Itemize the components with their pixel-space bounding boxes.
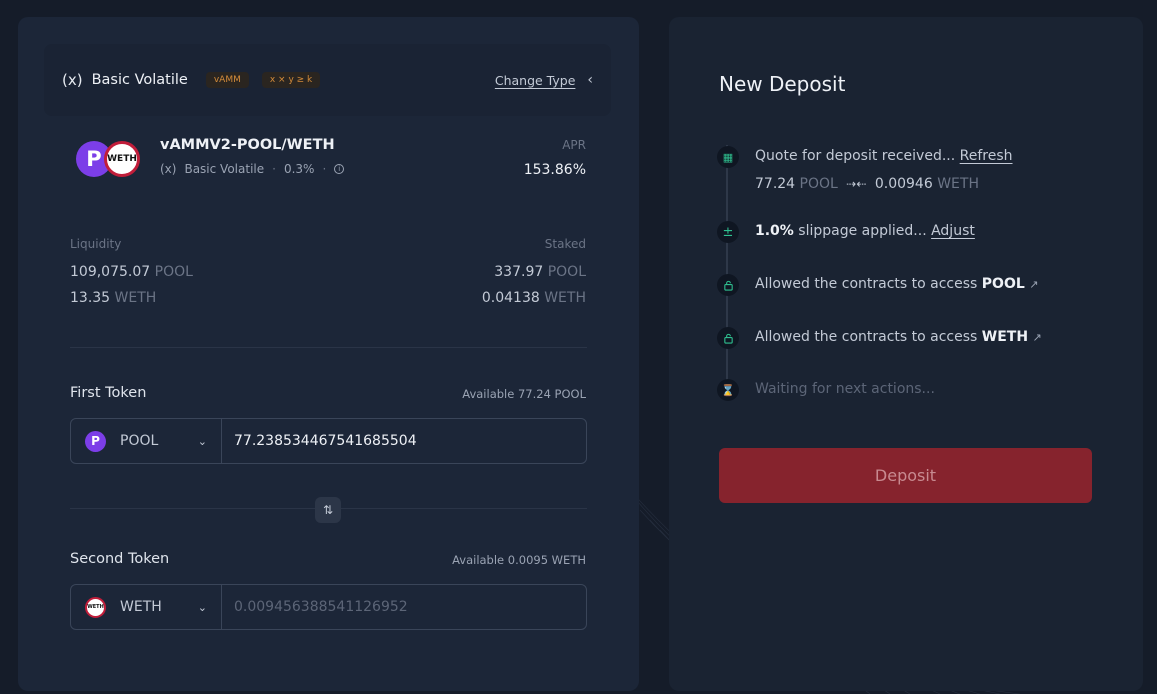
steps-timeline: [726, 145, 728, 393]
first-token-select[interactable]: P POOL ⌄: [71, 419, 222, 463]
second-token-select[interactable]: WETH WETH ⌄: [71, 585, 222, 629]
waiting-step: Waiting for next actions...: [755, 381, 935, 397]
liquidity-label: Liquidity: [70, 237, 122, 251]
separator-dot: ·: [272, 162, 276, 176]
quote-step: Quote for deposit received... Refresh: [755, 148, 1013, 164]
apr-label: APR: [562, 138, 586, 152]
liquidity-pool-amount: 109,075.07 POOL: [70, 264, 193, 280]
merge-arrows-icon: ⇢⇠: [846, 177, 867, 191]
external-link-icon[interactable]: ↗: [1033, 331, 1042, 344]
separator-dot: ·: [322, 162, 327, 176]
chevron-down-icon: ⌄: [197, 600, 207, 614]
pair-fee: 0.3%: [283, 162, 315, 176]
staked-weth-amount: 0.04138 WETH: [481, 290, 586, 306]
calculator-icon: ▦: [717, 146, 739, 168]
external-link-icon[interactable]: ↗: [1029, 278, 1038, 291]
staked-pool-amount: 337.97 POOL: [494, 264, 586, 280]
pair-logos: P WETH: [76, 140, 142, 180]
weth-token-icon: WETH: [85, 596, 106, 618]
lock-icon: [717, 327, 739, 349]
deposit-title: New Deposit: [719, 72, 846, 96]
swap-arrows-icon[interactable]: ⇅: [315, 497, 341, 523]
info-icon[interactable]: i: [334, 164, 345, 174]
pair-name: vAMMV2-POOL/WETH: [160, 137, 335, 153]
deposit-panel: New Deposit ▦ Quote for deposit received…: [669, 17, 1143, 691]
apr-value: 153.86%: [523, 162, 586, 178]
first-token-symbol: POOL: [120, 433, 159, 449]
vamm-tag: vAMM: [205, 72, 249, 88]
chevron-down-icon: ⌄: [197, 434, 207, 448]
pool-type-name: Basic Volatile: [91, 72, 188, 88]
first-token-amount-input[interactable]: [222, 419, 586, 463]
weth-token-logo: WETH: [104, 141, 140, 177]
slippage-step: 1.0% slippage applied... Adjust: [755, 223, 975, 239]
second-token-label: Second Token: [70, 551, 170, 567]
pair-type: Basic Volatile: [184, 162, 265, 176]
quote-values: 77.24 POOL ⇢⇠ 0.00946 WETH: [755, 176, 979, 192]
second-token-amount-input[interactable]: [222, 585, 586, 629]
formula-tag: x × y ≥ k: [261, 72, 321, 88]
deposit-button[interactable]: Deposit: [719, 448, 1092, 503]
adjust-link[interactable]: Adjust: [931, 223, 975, 239]
hourglass-icon: ⌛: [717, 379, 739, 401]
first-token-label: First Token: [70, 385, 147, 401]
pool-type-bar: (x) Basic Volatile vAMM x × y ≥ k Change…: [44, 44, 611, 116]
liquidity-panel: (x) Basic Volatile vAMM x × y ≥ k Change…: [18, 17, 639, 691]
change-type-link[interactable]: Change Type: [495, 73, 576, 88]
liquidity-weth-amount: 13.35 WETH: [70, 290, 157, 306]
second-token-row: WETH WETH ⌄: [70, 584, 587, 630]
chevron-left-icon[interactable]: ‹: [587, 72, 593, 88]
second-token-available: Available 0.0095 WETH: [452, 553, 586, 567]
plus-minus-icon: ±: [717, 221, 739, 243]
first-token-row: P POOL ⌄: [70, 418, 587, 464]
refresh-link[interactable]: Refresh: [960, 148, 1013, 164]
allow-weth-step: Allowed the contracts to access WETH ↗: [755, 329, 1042, 345]
volatile-small-icon: (x): [160, 162, 177, 176]
second-token-symbol: WETH: [120, 599, 162, 615]
divider: [70, 347, 587, 348]
pool-token-icon: P: [85, 430, 106, 452]
staked-label: Staked: [544, 237, 586, 251]
volatile-icon: (x): [62, 71, 83, 89]
first-token-available: Available 77.24 POOL: [462, 387, 586, 401]
lock-icon: [717, 274, 739, 296]
pair-subtitle: (x) Basic Volatile · 0.3% · i: [160, 162, 345, 176]
allow-pool-step: Allowed the contracts to access POOL ↗: [755, 276, 1039, 292]
